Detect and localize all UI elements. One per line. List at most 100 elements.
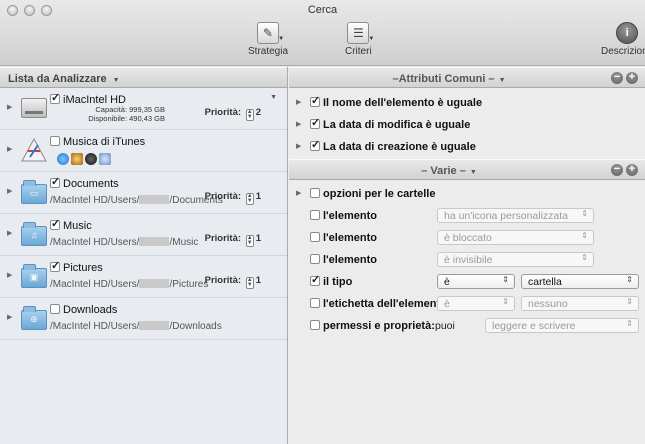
priority-stepper[interactable]: ▲ ▼ (245, 193, 254, 205)
scan-list-title: Lista da Analizzare (8, 73, 107, 85)
permissions-select[interactable]: leggere e scrivere ⇕ (485, 318, 639, 333)
attribute-select[interactable]: è invisibile ⇕ (437, 252, 594, 267)
disclosure-triangle-icon[interactable]: ▶ (7, 187, 12, 195)
include-checkbox[interactable] (50, 304, 60, 314)
chevron-down-icon[interactable]: ▼ (270, 94, 277, 101)
music-folder-icon: ♫ (20, 221, 48, 247)
documents-folder-icon: ▭ (20, 179, 48, 205)
criterion-row: ▶ La data di modifica è uguale (289, 114, 645, 136)
criterion-checkbox[interactable] (310, 138, 320, 151)
pictures-folder-icon: ▣ (20, 263, 48, 289)
item-name: Pictures (63, 262, 103, 274)
window-title: Cerca (307, 4, 338, 16)
common-attributes-header[interactable]: –Attributi Comuni – ▼ − + (289, 67, 645, 88)
downloads-folder-icon: ⊕ (20, 305, 48, 331)
type-row: il tipo è⇕ cartella⇕ (289, 271, 645, 293)
redacted-username (139, 237, 170, 246)
priority-control: Priorità: ▲ ▼ 1 (204, 233, 261, 247)
chevron-updown-icon: ⇕ (626, 275, 633, 284)
chevron-down-icon: ▼ (112, 77, 120, 84)
operator-select[interactable]: è ⇕ (437, 296, 515, 311)
criterion-row: l'elemento è bloccato ⇕ (289, 227, 645, 249)
list-item-itunes[interactable]: ▶ Musica di iTunes (0, 130, 287, 172)
priority-value: 1 (255, 191, 261, 202)
permissions-row: permessi e proprietà: puoi leggere e scr… (289, 315, 645, 337)
tag-select[interactable]: nessuno ⇕ (521, 296, 639, 311)
include-checkbox[interactable] (50, 217, 60, 230)
criterion-checkbox[interactable] (310, 232, 320, 242)
disclosure-triangle-icon[interactable]: ▶ (296, 189, 301, 197)
photos-icon (71, 153, 83, 165)
chevron-down-icon: ▼ (469, 169, 477, 176)
strategia-button[interactable]: ✎ ▼ Strategia (248, 22, 288, 57)
include-checkbox[interactable] (50, 91, 60, 104)
criterion-checkbox[interactable] (310, 298, 320, 308)
list-item-pictures[interactable]: ▶ ▣ Pictures /MacIntel HD/Users//Picture… (0, 256, 287, 298)
priority-value: 1 (255, 275, 261, 286)
disclosure-triangle-icon[interactable]: ▶ (7, 229, 12, 237)
itunes-app-icon (20, 137, 48, 163)
tag-row: l'etichetta dell'elemento è ⇕ nessuno ⇕ (289, 293, 645, 315)
toolbar: Cerca ✎ ▼ Strategia ☰ ▼ Criteri i Descrizi… (0, 0, 645, 66)
disclosure-triangle-icon[interactable]: ▶ (7, 103, 12, 111)
descrizione-button[interactable]: i Descrizione (601, 22, 645, 57)
criterion-checkbox[interactable] (310, 116, 320, 129)
type-select[interactable]: cartella ⇕ (521, 274, 639, 289)
list-icon: ☰ ▼ (347, 22, 374, 44)
redacted-username (139, 195, 170, 204)
add-button[interactable]: + (626, 72, 638, 84)
list-item-music[interactable]: ▶ ♫ Music /MacIntel HD/Users//Music Prio… (0, 214, 287, 256)
disclosure-triangle-icon[interactable]: ▶ (7, 271, 12, 279)
include-checkbox[interactable] (50, 136, 60, 146)
add-button[interactable]: + (626, 164, 638, 176)
list-item-documents[interactable]: ▶ ▭ Documents /MacIntel HD/Users//Docume… (0, 172, 287, 214)
chevron-down-icon: ▼ (498, 77, 506, 84)
disclosure-triangle-icon[interactable]: ▶ (7, 145, 12, 153)
priority-control: Priorità: ▲ ▼ 2 (204, 107, 261, 121)
operator-select[interactable]: è ⇕ (437, 274, 515, 289)
hard-drive-icon (20, 95, 48, 121)
capacity-text: Capacità: 999,35 GB (95, 105, 165, 114)
descrizione-label: Descrizione (601, 46, 645, 57)
misc-title: – Varie – (421, 165, 466, 177)
remove-button[interactable]: − (611, 164, 623, 176)
item-name: Documents (63, 178, 119, 190)
priority-value: 2 (255, 107, 261, 118)
attribute-select[interactable]: ha un'icona personalizzata ⇕ (437, 208, 594, 223)
criterion-checkbox[interactable] (310, 254, 320, 264)
priority-stepper[interactable]: ▲ ▼ (245, 235, 254, 247)
list-item-hd[interactable]: ▶ iMacIntel HD Capacità: 999,35 GB Dispo… (0, 88, 287, 130)
folder-options-row: ▶ opzioni per le cartelle (296, 188, 436, 200)
disclosure-triangle-icon[interactable]: ▶ (296, 98, 301, 106)
disclosure-triangle-icon[interactable]: ▶ (296, 142, 301, 150)
criterion-checkbox[interactable] (310, 94, 320, 107)
search-window: Cerca ✎ ▼ Strategia ☰ ▼ Criteri i Descrizi… (0, 0, 645, 444)
disclosure-triangle-icon[interactable]: ▶ (7, 313, 12, 321)
priority-value: 1 (255, 233, 261, 244)
item-path: /MacIntel HD/Users//Music (50, 237, 199, 248)
attribute-select[interactable]: è bloccato ⇕ (437, 230, 594, 245)
criterion-checkbox[interactable] (310, 188, 320, 198)
list-item-downloads[interactable]: ▶ ⊕ Downloads /MacIntel HD/Users//Downlo… (0, 298, 287, 340)
info-icon: i (616, 22, 639, 44)
priority-stepper[interactable]: ▲ ▼ (245, 109, 254, 121)
criteri-button[interactable]: ☰ ▼ Criteri (345, 22, 374, 57)
remove-button[interactable]: − (611, 72, 623, 84)
pencil-icon: ✎ ▼ (257, 22, 284, 44)
priority-stepper[interactable]: ▲ ▼ (245, 277, 254, 289)
criterion-checkbox[interactable] (310, 320, 320, 330)
disc-icon (85, 153, 97, 165)
misc-header[interactable]: – Varie – ▼ − + (289, 159, 645, 180)
scan-list-header[interactable]: Lista da Analizzare ▼ (0, 67, 287, 88)
include-checkbox[interactable] (50, 259, 60, 272)
include-checkbox[interactable] (50, 175, 60, 188)
criterion-row: l'elemento ha un'icona personalizzata ⇕ (289, 205, 645, 227)
criterion-checkbox[interactable] (310, 273, 320, 286)
disclosure-triangle-icon[interactable]: ▶ (296, 120, 301, 128)
priority-control: Priorità: ▲ ▼ 1 (204, 275, 261, 289)
permissions-text: puoi (435, 320, 455, 332)
strategia-label: Strategia (248, 46, 289, 57)
scan-list-panel: Lista da Analizzare ▼ ▶ iMacIntel HD Capa… (0, 67, 288, 444)
criterion-checkbox[interactable] (310, 210, 320, 220)
disk-info: Capacità: 999,35 GB Disponibile: 490,43 … (60, 105, 165, 123)
